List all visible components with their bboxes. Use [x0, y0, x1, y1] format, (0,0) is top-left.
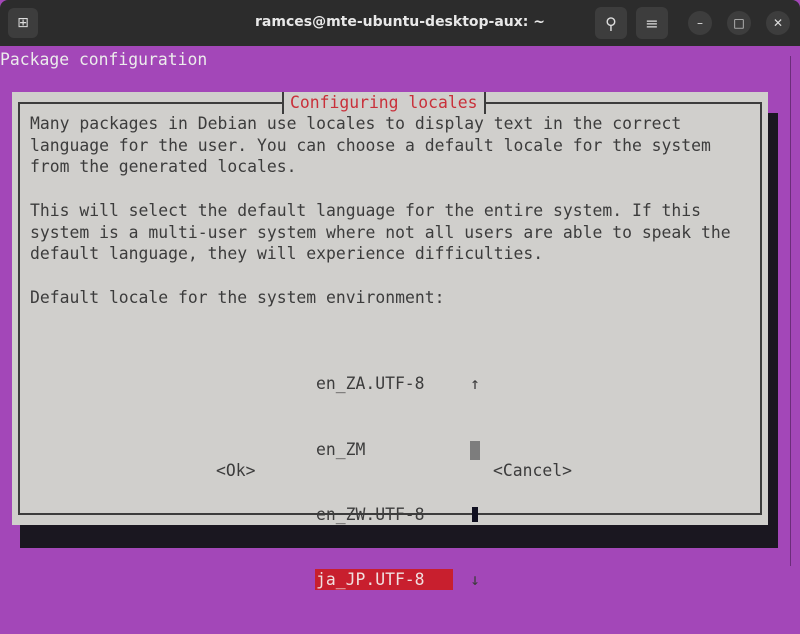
- locale-dialog: Configuring locales Many packages in Deb…: [12, 92, 768, 591]
- locale-list[interactable]: en_ZA.UTF-8 en_ZM en_ZW.UTF-8 ja_JP.UTF-…: [315, 330, 453, 634]
- scroll-track: [468, 439, 482, 461]
- title-bar: ⊞ ramces@mte-ubuntu-desktop-aux: ~ ⚲ ≡ –…: [0, 0, 800, 46]
- maximize-icon: □: [733, 16, 745, 30]
- minimize-button[interactable]: –: [688, 11, 712, 35]
- search-button[interactable]: ⚲: [595, 7, 627, 39]
- maximize-button[interactable]: □: [727, 11, 751, 35]
- search-icon: ⚲: [605, 13, 617, 33]
- locale-option-selected[interactable]: ja_JP.UTF-8: [315, 568, 453, 591]
- cancel-button[interactable]: <Cancel>: [493, 460, 572, 482]
- menu-button[interactable]: ≡: [636, 7, 668, 39]
- list-scrollbar[interactable]: ↑ ↓: [468, 330, 482, 634]
- close-button[interactable]: ✕: [766, 11, 790, 35]
- scroll-track: [468, 504, 482, 526]
- locale-option[interactable]: en_ZM: [315, 439, 453, 461]
- ok-button[interactable]: <Ok>: [216, 460, 255, 482]
- scroll-up-icon[interactable]: ↑: [468, 373, 482, 395]
- package-config-header: Package configuration: [0, 50, 208, 69]
- close-icon: ✕: [772, 16, 784, 30]
- dialog-title: Configuring locales: [282, 92, 486, 114]
- locale-option[interactable]: en_ZA.UTF-8: [315, 373, 453, 395]
- locale-option[interactable]: en_ZW.UTF-8: [315, 504, 453, 526]
- terminal-scrollbar[interactable]: [790, 56, 800, 566]
- window-title: ramces@mte-ubuntu-desktop-aux: ~: [255, 14, 545, 30]
- minimize-icon: –: [697, 16, 703, 30]
- scroll-down-icon[interactable]: ↓: [468, 569, 482, 591]
- dialog-body-text: Many packages in Debian use locales to d…: [30, 114, 731, 307]
- hamburger-icon: ≡: [645, 13, 659, 33]
- scroll-cursor: [472, 506, 478, 522]
- scroll-thumb[interactable]: [470, 440, 480, 460]
